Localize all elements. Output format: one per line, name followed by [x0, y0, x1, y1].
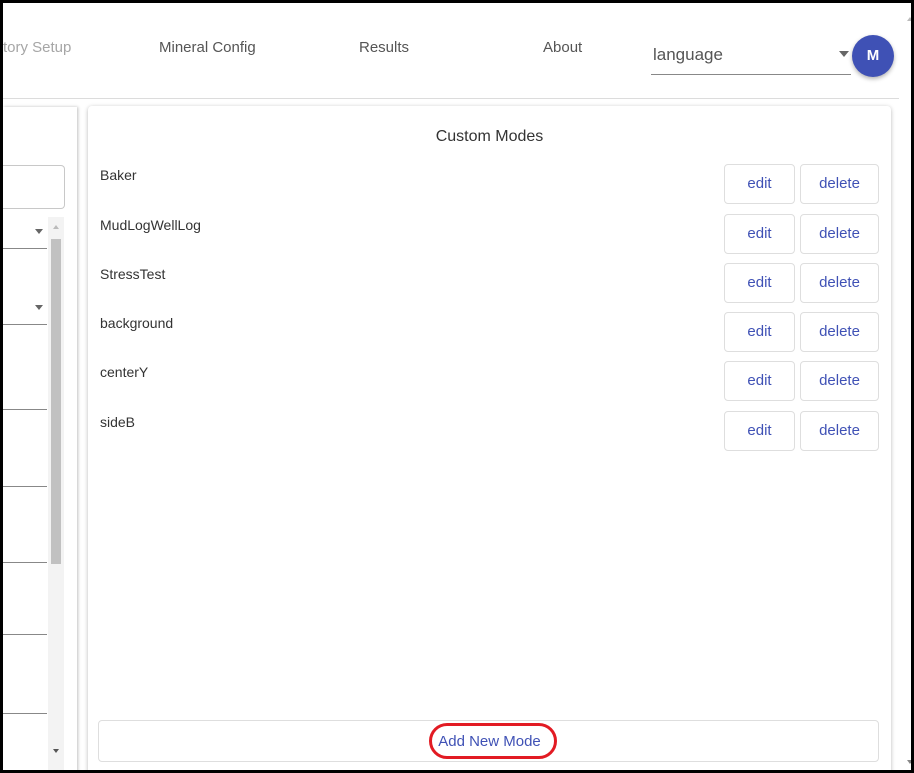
delete-button[interactable]: delete — [800, 164, 879, 204]
scroll-up-icon[interactable] — [907, 17, 911, 21]
chevron-down-icon — [35, 305, 43, 310]
edit-button[interactable]: edit — [724, 263, 795, 303]
scroll-down-icon[interactable] — [53, 749, 59, 753]
delete-button[interactable]: delete — [800, 263, 879, 303]
left-panel-scroll-thumb[interactable] — [51, 239, 61, 564]
highlight-annotation — [429, 723, 557, 759]
left-panel-field[interactable] — [3, 486, 47, 487]
edit-button[interactable]: edit — [724, 312, 795, 352]
mode-name: Baker — [100, 167, 137, 183]
left-panel — [3, 107, 77, 770]
left-panel-input[interactable] — [3, 165, 65, 209]
mode-name: background — [100, 315, 174, 331]
nav-item-mineral-config[interactable]: Mineral Config — [159, 39, 256, 56]
delete-button[interactable]: delete — [800, 361, 879, 401]
edit-button[interactable]: edit — [724, 164, 795, 204]
scroll-down-icon[interactable] — [907, 760, 911, 764]
language-select-value: language — [653, 45, 723, 64]
left-panel-select[interactable] — [3, 219, 47, 249]
left-panel-field[interactable] — [3, 634, 47, 635]
delete-button[interactable]: delete — [800, 214, 879, 254]
edit-button[interactable]: edit — [724, 214, 795, 254]
nav-item-results[interactable]: Results — [359, 39, 409, 56]
left-panel-field[interactable] — [3, 409, 47, 410]
app-window: tory Setup Mineral Config Results About … — [0, 0, 914, 773]
window-scrollbar[interactable] — [899, 3, 911, 770]
language-select[interactable]: language — [651, 39, 851, 75]
nav-item-factory-setup[interactable]: tory Setup — [3, 39, 71, 56]
card-title: Custom Modes — [435, 128, 544, 145]
left-panel-select[interactable] — [3, 295, 47, 325]
nav-item-about[interactable]: About — [543, 39, 582, 56]
left-panel-field[interactable] — [3, 713, 47, 714]
delete-button[interactable]: delete — [800, 312, 879, 352]
mode-name: MudLogWellLog — [100, 217, 201, 233]
edit-button[interactable]: edit — [724, 411, 795, 451]
left-panel-field[interactable] — [3, 562, 47, 563]
delete-button[interactable]: delete — [800, 411, 879, 451]
avatar[interactable]: M — [852, 35, 894, 77]
top-navigation: tory Setup Mineral Config Results About … — [3, 3, 899, 99]
mode-name: sideB — [100, 414, 136, 430]
chevron-down-icon — [839, 51, 849, 57]
add-new-mode-button[interactable]: Add New Mode — [98, 720, 879, 762]
custom-modes-card: Custom Modes Baker edit delete MudLogWel… — [88, 106, 891, 770]
mode-name: centerY — [100, 364, 149, 380]
edit-button[interactable]: edit — [724, 361, 795, 401]
mode-name: StressTest — [100, 266, 166, 282]
chevron-down-icon — [35, 229, 43, 234]
scroll-up-icon[interactable] — [53, 225, 59, 229]
